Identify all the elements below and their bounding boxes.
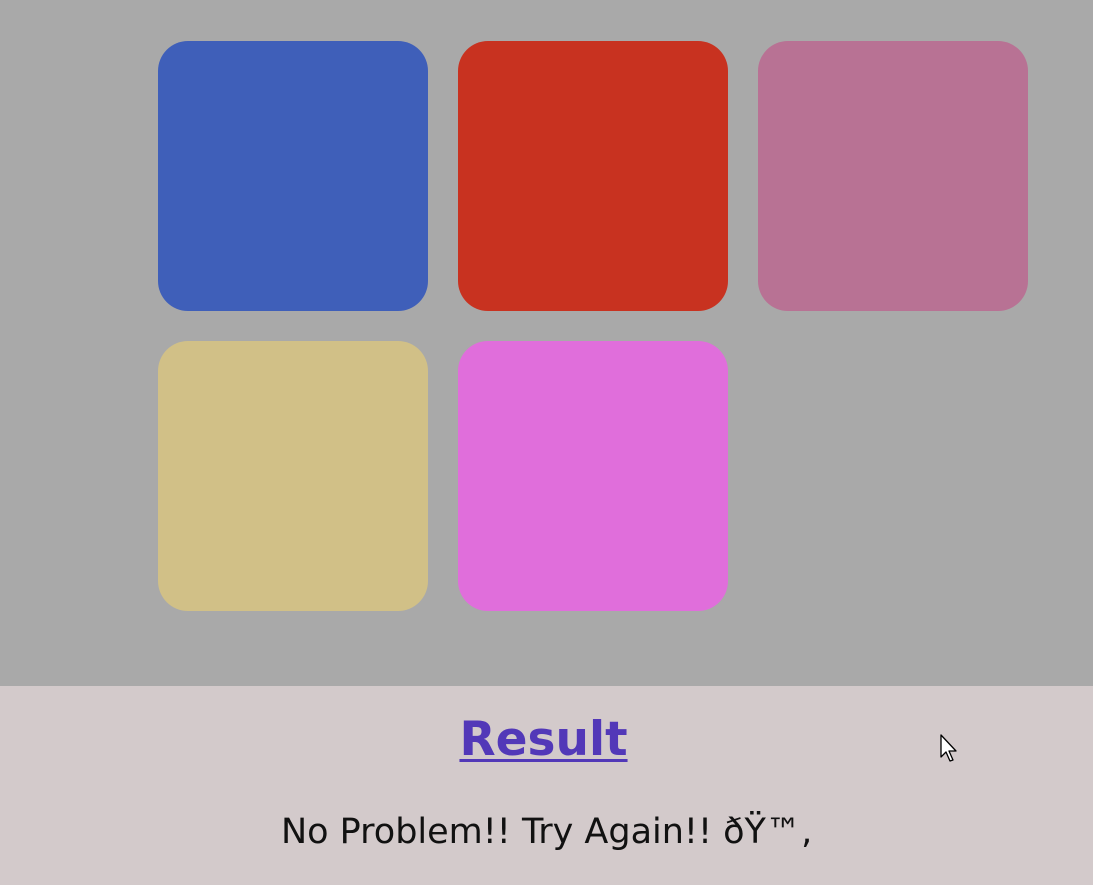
color-tile-tan[interactable] xyxy=(158,341,428,611)
tile-board xyxy=(0,0,1093,686)
color-tile-magenta[interactable] xyxy=(458,341,728,611)
result-message: No Problem!! Try Again!! ðŸ™‚ xyxy=(280,812,813,852)
color-tile-red[interactable] xyxy=(458,41,728,311)
result-heading[interactable]: Result xyxy=(0,710,1093,770)
color-tile-mauve[interactable] xyxy=(758,41,1028,311)
color-tile-blue[interactable] xyxy=(158,41,428,311)
mouse-pointer-icon xyxy=(940,734,957,762)
